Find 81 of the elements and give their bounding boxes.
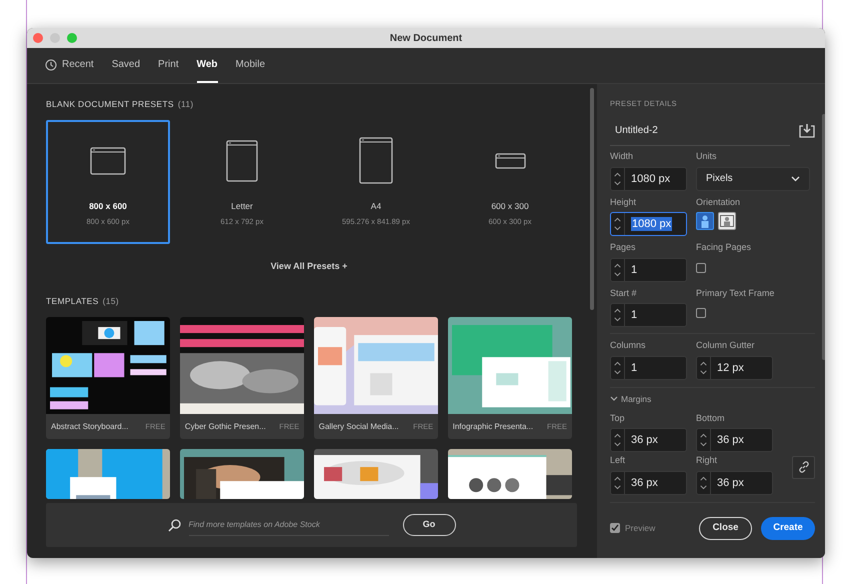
field-value: 1080 px: [631, 217, 672, 232]
document-icon: [226, 140, 258, 182]
search-icon: [168, 518, 180, 532]
preset-name: 800 x 600: [89, 200, 127, 212]
field-label: Top: [610, 412, 626, 425]
tab[interactable]: Print: [158, 48, 179, 83]
number-field[interactable]: 1: [610, 258, 687, 282]
field-value: 1080 px: [631, 172, 670, 186]
number-field[interactable]: 1: [610, 356, 687, 380]
portrait-button[interactable]: [696, 212, 714, 230]
count-label: (11): [178, 98, 194, 111]
margins-toggle[interactable]: Margins: [610, 392, 652, 406]
window-title: New Document: [388, 32, 464, 46]
count-label: (15): [102, 295, 119, 308]
number-field[interactable]: 1080 px: [610, 212, 687, 236]
document-icon: [494, 152, 526, 169]
checkbox[interactable]: [696, 262, 706, 273]
template-name: Cyber Gothic Presen...: [184, 420, 266, 432]
field-label: Start #: [610, 286, 638, 300]
checkbox[interactable]: [696, 308, 706, 318]
number-field[interactable]: 36 px: [696, 470, 773, 494]
clock-icon: [45, 58, 57, 70]
section-heading: TEMPLATES: [46, 295, 99, 308]
document-icon: [90, 146, 126, 175]
chevron-down-icon: [791, 176, 800, 182]
preset-name: A4: [370, 200, 382, 212]
field-value: 36 px: [631, 476, 658, 490]
field-value: 36 px: [631, 433, 658, 447]
template-name: Abstract Storyboard...: [51, 420, 128, 432]
number-field[interactable]: 1080 px: [610, 166, 687, 191]
document-icon: [359, 137, 393, 184]
field-label: Width: [610, 150, 634, 164]
number-field[interactable]: 1: [610, 303, 687, 328]
search-field[interactable]: Find more templates on Adobe Stock: [188, 514, 388, 536]
field-label: Columns: [610, 339, 647, 352]
number-field[interactable]: 12 px: [696, 356, 773, 380]
field-label: Orientation: [696, 196, 742, 209]
field-value: 36 px: [717, 476, 744, 490]
field-value: 1: [631, 360, 638, 375]
save-preset-icon[interactable]: [799, 123, 815, 138]
view-all-presets-link[interactable]: View All Presets +: [270, 260, 348, 274]
field-value: 1: [631, 262, 638, 277]
tab[interactable]: Recent: [45, 48, 94, 83]
field-label: Right: [696, 454, 718, 467]
preview-label: Preview: [625, 522, 656, 534]
tab[interactable]: Mobile: [236, 48, 266, 83]
scrollbar[interactable]: [590, 88, 594, 310]
field-value: 12 px: [717, 360, 744, 375]
chevron-icon: [610, 396, 618, 402]
checkbox[interactable]: [610, 523, 620, 533]
units-dropdown[interactable]: Pixels: [696, 166, 810, 191]
close-button[interactable]: Close: [699, 516, 752, 540]
landscape-button[interactable]: [718, 212, 736, 230]
number-field[interactable]: 36 px: [610, 470, 687, 494]
person-icon: [720, 215, 734, 228]
preset-name: 600 x 300: [491, 200, 529, 212]
field-label: Facing Pages: [696, 241, 752, 254]
tab[interactable]: Saved: [112, 48, 140, 83]
document-name[interactable]: Untitled-2: [615, 125, 658, 136]
person-icon: [699, 214, 711, 228]
field-label: Height: [610, 196, 638, 209]
field-label: Left: [610, 454, 626, 467]
preset-name: Letter: [231, 200, 253, 212]
link-icon: [798, 461, 810, 473]
field-label: Primary Text Frame: [696, 286, 776, 300]
field-label: Column Gutter: [696, 339, 756, 352]
section-heading: BLANK DOCUMENT PRESETS: [46, 98, 174, 111]
template-name: Infographic Presenta...: [452, 420, 534, 432]
field-label: Units: [696, 150, 718, 164]
field-value: 36 px: [717, 433, 744, 447]
create-button[interactable]: Create: [761, 516, 815, 540]
number-field[interactable]: 36 px: [610, 428, 687, 452]
field-label: Pages: [610, 241, 637, 254]
go-button[interactable]: Go: [402, 514, 456, 536]
scrollbar[interactable]: [822, 114, 825, 360]
number-field[interactable]: 36 px: [696, 428, 773, 452]
field-label: Bottom: [696, 412, 726, 424]
field-value: 1: [631, 308, 638, 322]
link-margins-button[interactable]: [792, 456, 815, 478]
tab[interactable]: Web: [196, 48, 218, 83]
template-name: Gallery Social Media...: [318, 420, 399, 432]
